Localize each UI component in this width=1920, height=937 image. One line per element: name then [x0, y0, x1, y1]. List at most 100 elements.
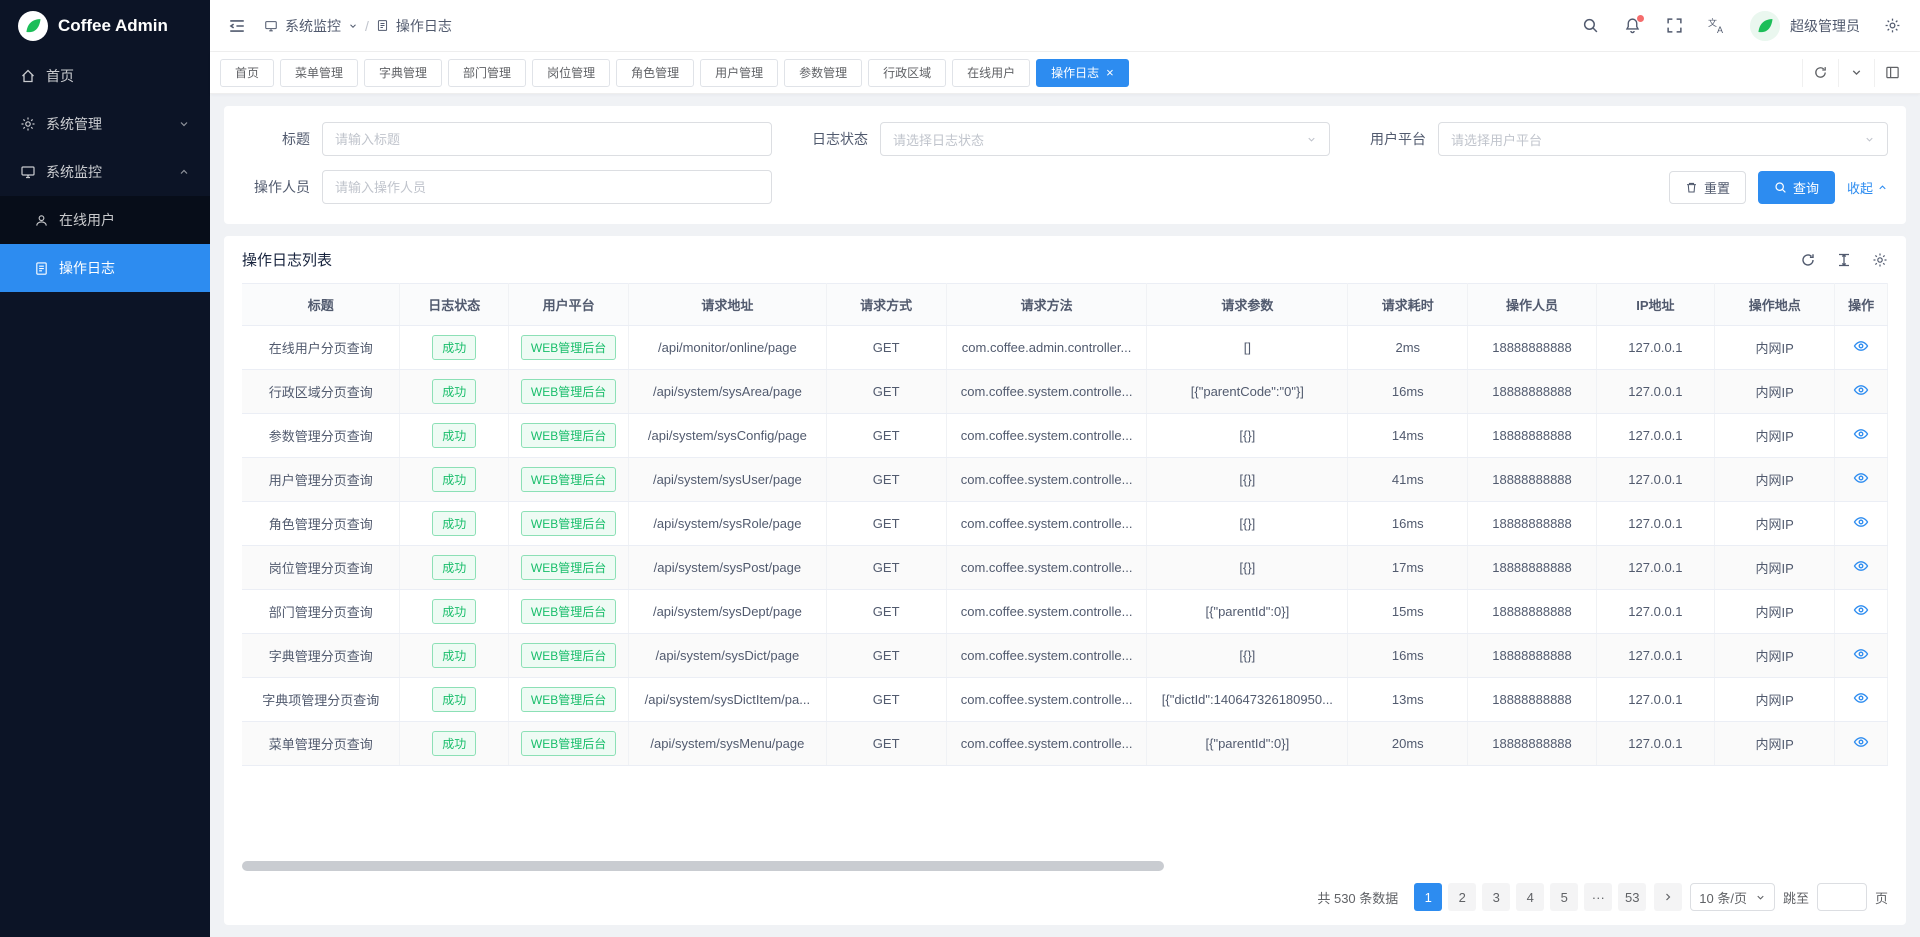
- operator-input[interactable]: [322, 170, 772, 204]
- row-height-icon[interactable]: [1836, 252, 1852, 268]
- filter-status-group: 日志状态 请选择日志状态: [800, 122, 1330, 156]
- cell-method: GET: [826, 678, 946, 722]
- page-size-select[interactable]: 10 条/页: [1690, 883, 1775, 911]
- page-button[interactable]: ···: [1584, 883, 1612, 911]
- refresh-icon[interactable]: [1800, 252, 1816, 268]
- status-select[interactable]: 请选择日志状态: [880, 122, 1330, 156]
- sidebar-item-system-monitor[interactable]: 系统监控: [0, 148, 210, 196]
- horizontal-scrollbar[interactable]: [242, 861, 1888, 871]
- cell-action: [1835, 458, 1888, 502]
- tab-close-icon[interactable]: ×: [1106, 66, 1114, 79]
- status-badge: 成功: [432, 687, 476, 712]
- translate-icon[interactable]: 文A: [1708, 17, 1726, 35]
- refresh-icon[interactable]: [1802, 59, 1838, 87]
- tab-item[interactable]: 岗位管理: [532, 59, 610, 87]
- tab-item[interactable]: 在线用户: [952, 59, 1030, 87]
- tab-item[interactable]: 首页: [220, 59, 274, 87]
- app-title: Coffee Admin: [58, 16, 168, 36]
- cell-action: [1835, 326, 1888, 370]
- layout-icon[interactable]: [1874, 59, 1910, 87]
- jump-page-input[interactable]: [1817, 883, 1867, 911]
- cell-status: 成功: [400, 414, 509, 458]
- chevron-down-icon: [348, 21, 358, 31]
- cell-title: 字典项管理分页查询: [242, 678, 400, 722]
- monitor-icon: [20, 164, 36, 180]
- tab-item[interactable]: 参数管理: [784, 59, 862, 87]
- column-header: 操作地点: [1715, 284, 1835, 326]
- view-detail-eye-icon[interactable]: [1853, 426, 1869, 442]
- avatar[interactable]: [1750, 11, 1780, 41]
- cell-status: 成功: [400, 502, 509, 546]
- reset-button[interactable]: 重置: [1669, 171, 1746, 204]
- title-input[interactable]: [322, 122, 772, 156]
- cell-params: [{}]: [1147, 458, 1348, 502]
- collapse-filters-link[interactable]: 收起: [1847, 178, 1888, 197]
- column-settings-gear-icon[interactable]: [1872, 252, 1888, 268]
- sidebar-submenu: 在线用户 操作日志: [0, 196, 210, 292]
- view-detail-eye-icon[interactable]: [1853, 338, 1869, 354]
- cell-ip: 127.0.0.1: [1596, 590, 1714, 634]
- sidebar-item-online-users[interactable]: 在线用户: [0, 196, 210, 244]
- page-button[interactable]: 4: [1516, 883, 1544, 911]
- chevron-up-icon: [1877, 182, 1888, 193]
- view-detail-eye-icon[interactable]: [1853, 690, 1869, 706]
- settings-gear-icon[interactable]: [1884, 17, 1902, 35]
- cell-params: []: [1147, 326, 1348, 370]
- view-detail-eye-icon[interactable]: [1853, 514, 1869, 530]
- view-detail-eye-icon[interactable]: [1853, 734, 1869, 750]
- page-button[interactable]: 5: [1550, 883, 1578, 911]
- menu-fold-icon[interactable]: [228, 17, 246, 35]
- tab-label: 字典管理: [379, 64, 427, 81]
- view-detail-eye-icon[interactable]: [1853, 558, 1869, 574]
- cell-status: 成功: [400, 590, 509, 634]
- chevron-down-icon: [178, 118, 190, 130]
- jump-prefix-label: 跳至: [1783, 888, 1809, 907]
- sidebar-item-home[interactable]: 首页: [0, 52, 210, 100]
- search-button[interactable]: 查询: [1758, 171, 1835, 204]
- next-page-button[interactable]: [1654, 883, 1682, 911]
- tab-item[interactable]: 角色管理: [616, 59, 694, 87]
- username[interactable]: 超级管理员: [1790, 16, 1860, 36]
- view-detail-eye-icon[interactable]: [1853, 470, 1869, 486]
- view-detail-eye-icon[interactable]: [1853, 602, 1869, 618]
- filter-operator-group: 操作人员: [242, 170, 772, 204]
- fullscreen-icon[interactable]: [1666, 17, 1684, 35]
- platform-select[interactable]: 请选择用户平台: [1438, 122, 1888, 156]
- scrollbar-thumb[interactable]: [242, 861, 1164, 871]
- tab-label: 参数管理: [799, 64, 847, 81]
- cell-platform: WEB管理后台: [509, 370, 629, 414]
- cell-url: /api/system/sysArea/page: [629, 370, 826, 414]
- cell-func: com.coffee.system.controlle...: [946, 414, 1147, 458]
- table-row: 字典管理分页查询成功WEB管理后台/api/system/sysDict/pag…: [242, 634, 1888, 678]
- column-header: 标题: [242, 284, 400, 326]
- page-button[interactable]: 1: [1414, 883, 1442, 911]
- page-button[interactable]: 2: [1448, 883, 1476, 911]
- sidebar-item-system-management[interactable]: 系统管理: [0, 100, 210, 148]
- view-detail-eye-icon[interactable]: [1853, 646, 1869, 662]
- tab-item[interactable]: 部门管理: [448, 59, 526, 87]
- platform-badge: WEB管理后台: [521, 379, 616, 404]
- breadcrumb-root[interactable]: 系统监控: [285, 16, 341, 36]
- search-icon[interactable]: [1582, 17, 1600, 35]
- chevron-down-icon[interactable]: [1838, 59, 1874, 87]
- cell-platform: WEB管理后台: [509, 326, 629, 370]
- cell-action: [1835, 678, 1888, 722]
- total-count: 共 530 条数据: [1317, 888, 1398, 907]
- sidebar-item-operation-log[interactable]: 操作日志: [0, 244, 210, 292]
- page-button[interactable]: 3: [1482, 883, 1510, 911]
- cell-operator: 18888888888: [1468, 546, 1596, 590]
- filter-panel: 标题 日志状态 请选择日志状态 用户平台 请选择用户平台: [224, 106, 1906, 224]
- table-row: 角色管理分页查询成功WEB管理后台/api/system/sysRole/pag…: [242, 502, 1888, 546]
- cell-ip: 127.0.0.1: [1596, 546, 1714, 590]
- notification-bell-icon[interactable]: [1624, 17, 1642, 35]
- cell-func: com.coffee.system.controlle...: [946, 546, 1147, 590]
- tab-item[interactable]: 操作日志×: [1036, 59, 1129, 87]
- tab-item[interactable]: 用户管理: [700, 59, 778, 87]
- page-button[interactable]: 53: [1618, 883, 1646, 911]
- tab-item[interactable]: 菜单管理: [280, 59, 358, 87]
- cell-location: 内网IP: [1715, 326, 1835, 370]
- tab-item[interactable]: 行政区域: [868, 59, 946, 87]
- tab-item[interactable]: 字典管理: [364, 59, 442, 87]
- view-detail-eye-icon[interactable]: [1853, 382, 1869, 398]
- cell-params: [{}]: [1147, 634, 1348, 678]
